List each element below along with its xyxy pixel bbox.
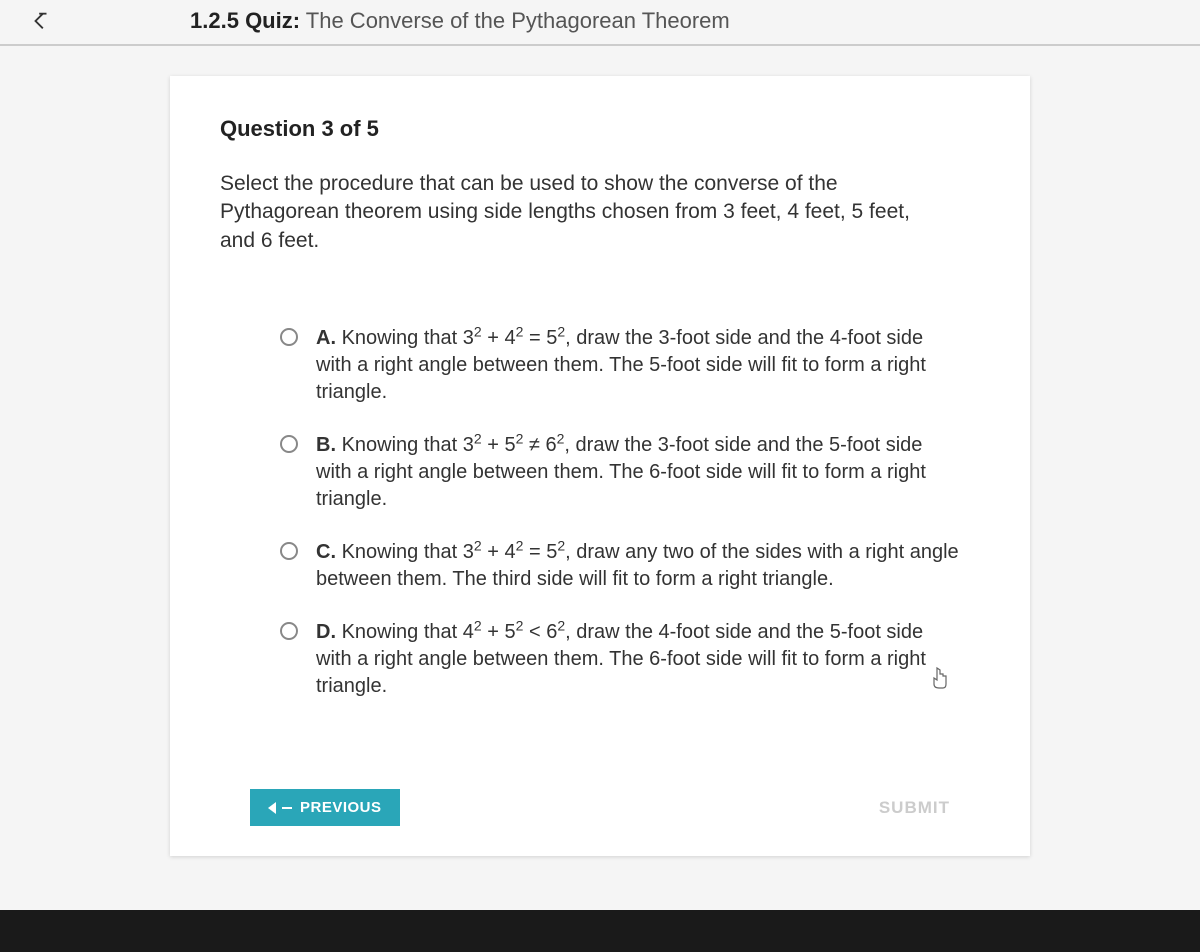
option-b[interactable]: B. Knowing that 32 + 52 ≠ 62, draw the 3… bbox=[280, 432, 960, 513]
submit-label: SUBMIT bbox=[879, 798, 950, 817]
options-list: A. Knowing that 32 + 42 = 52, draw the 3… bbox=[280, 325, 960, 700]
question-prompt: Select the procedure that can be used to… bbox=[220, 170, 940, 255]
section-number: 1.2.5 bbox=[190, 8, 239, 33]
back-arrow-icon bbox=[30, 10, 52, 32]
radio-icon[interactable] bbox=[280, 542, 298, 560]
option-letter: B. bbox=[316, 434, 336, 456]
option-text: Knowing that 42 + 52 < 62, draw the 4-fo… bbox=[316, 621, 926, 697]
submit-button[interactable]: SUBMIT bbox=[879, 798, 950, 818]
question-card: Question 3 of 5 Select the procedure tha… bbox=[170, 76, 1030, 856]
previous-label: PREVIOUS bbox=[300, 799, 382, 816]
previous-button[interactable]: PREVIOUS bbox=[250, 789, 400, 826]
arrow-stem-icon bbox=[282, 807, 292, 809]
option-text: Knowing that 32 + 42 = 52, draw any two … bbox=[316, 541, 959, 590]
option-d[interactable]: D. Knowing that 42 + 52 < 62, draw the 4… bbox=[280, 619, 960, 700]
button-row: PREVIOUS SUBMIT bbox=[170, 789, 1030, 826]
option-letter: D. bbox=[316, 621, 336, 643]
page: 1.2.5 Quiz: The Converse of the Pythagor… bbox=[0, 0, 1200, 910]
header-bar: 1.2.5 Quiz: The Converse of the Pythagor… bbox=[0, 0, 1200, 46]
option-c[interactable]: C. Knowing that 32 + 42 = 52, draw any t… bbox=[280, 539, 960, 593]
quiz-label: Quiz: bbox=[245, 8, 300, 33]
back-button[interactable] bbox=[30, 10, 190, 32]
radio-icon[interactable] bbox=[280, 622, 298, 640]
option-text: Knowing that 32 + 42 = 52, draw the 3-fo… bbox=[316, 327, 926, 403]
option-text: Knowing that 32 + 52 ≠ 62, draw the 3-fo… bbox=[316, 434, 926, 510]
arrow-left-icon bbox=[268, 802, 276, 814]
option-a[interactable]: A. Knowing that 32 + 42 = 52, draw the 3… bbox=[280, 325, 960, 406]
header-title: 1.2.5 Quiz: The Converse of the Pythagor… bbox=[190, 8, 730, 34]
radio-icon[interactable] bbox=[280, 435, 298, 453]
option-letter: A. bbox=[316, 327, 336, 349]
bottom-strip bbox=[0, 910, 1200, 952]
cursor-icon bbox=[930, 666, 950, 696]
option-body: C. Knowing that 32 + 42 = 52, draw any t… bbox=[316, 539, 960, 593]
option-body: B. Knowing that 32 + 52 ≠ 62, draw the 3… bbox=[316, 432, 960, 513]
radio-icon[interactable] bbox=[280, 328, 298, 346]
quiz-title: The Converse of the Pythagorean Theorem bbox=[306, 8, 730, 33]
question-heading: Question 3 of 5 bbox=[220, 116, 980, 142]
option-body: D. Knowing that 42 + 52 < 62, draw the 4… bbox=[316, 619, 960, 700]
option-body: A. Knowing that 32 + 42 = 52, draw the 3… bbox=[316, 325, 960, 406]
option-letter: C. bbox=[316, 541, 336, 563]
